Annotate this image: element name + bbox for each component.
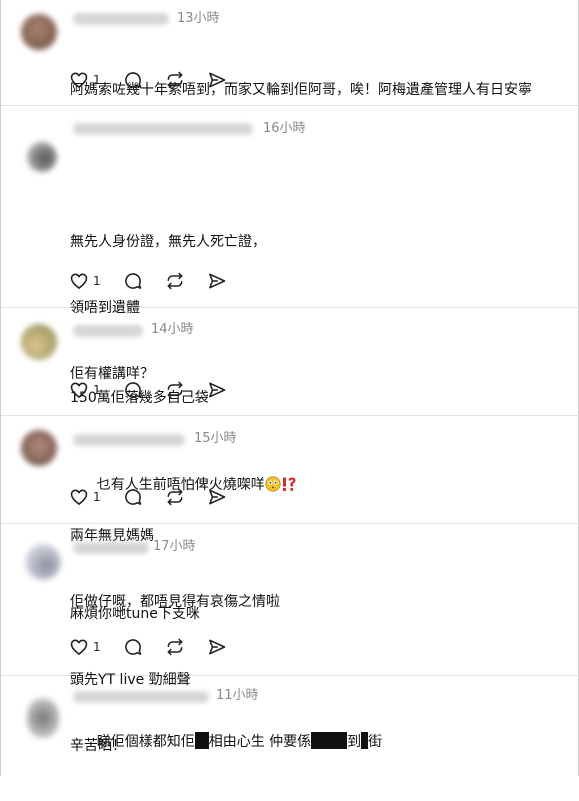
redaction-bar [194, 732, 209, 749]
comment-segment: 到 [347, 734, 362, 750]
username-blurred[interactable] [73, 325, 143, 337]
reply-button[interactable] [123, 486, 143, 508]
repost-icon [165, 271, 185, 291]
comment-icon [123, 380, 143, 400]
repost-button[interactable] [165, 270, 185, 292]
heart-icon [69, 380, 89, 400]
comment-icon [123, 70, 143, 90]
repost-button[interactable] [165, 636, 185, 658]
reply-button[interactable] [123, 69, 143, 91]
share-button[interactable] [207, 69, 227, 91]
comment-line: 麻煩你哋tune下支咪 [70, 606, 200, 622]
timestamp: 14小時 [151, 322, 194, 337]
like-button[interactable]: 1 [69, 69, 101, 91]
repost-icon [165, 70, 185, 90]
share-icon [207, 380, 227, 400]
comment-segment: 街 [368, 734, 383, 750]
exclamation-question-mark-icon [281, 476, 297, 499]
avatar[interactable] [21, 324, 57, 360]
like-count: 1 [93, 274, 101, 288]
share-button[interactable] [207, 270, 227, 292]
reply-button[interactable] [123, 379, 143, 401]
comment-6: 11小時 睇佢個樣都知佢 相由心生 仲要係 到街 [1, 676, 579, 776]
repost-button[interactable] [165, 486, 185, 508]
comment-4: 15小時 乜有人生前唔怕俾火燒㗎咩 1 [1, 416, 579, 524]
repost-button[interactable] [165, 379, 185, 401]
username-blurred[interactable] [73, 434, 185, 446]
share-icon [207, 487, 227, 507]
avatar[interactable] [27, 698, 59, 738]
username-blurred[interactable] [73, 13, 169, 25]
timestamp: 13小時 [177, 11, 220, 26]
flushed-face-emoji-icon [265, 476, 281, 499]
timestamp: 17小時 [153, 539, 196, 554]
like-count: 1 [93, 73, 101, 87]
reply-button[interactable] [123, 270, 143, 292]
comment-2: 16小時 無先人身份證，無先人死亡證， 領唔到遺體 佢有權講咩？ 兩年無見媽媽 … [1, 106, 579, 610]
share-button[interactable] [207, 379, 227, 401]
avatar[interactable] [25, 544, 61, 580]
like-button[interactable]: 1 [69, 379, 101, 401]
share-button[interactable] [207, 636, 227, 658]
username-blurred[interactable] [73, 691, 209, 703]
username-blurred[interactable] [73, 123, 253, 135]
comment-1: 13小時 阿媽索咗幾十年索唔到，而家又輪到佢阿哥，唉！阿梅遺產管理人有日安寧 1 [1, 0, 579, 106]
avatar[interactable] [21, 14, 57, 50]
reply-button[interactable] [123, 636, 143, 658]
heart-icon [69, 487, 89, 507]
comment-segment: 睇佢個樣都知佢 [96, 734, 195, 750]
comment-icon [123, 271, 143, 291]
comment-text: 睇佢個樣都知佢 相由心生 仲要係 到街 [70, 709, 382, 775]
username-blurred[interactable] [73, 542, 149, 554]
like-button[interactable]: 1 [69, 486, 101, 508]
like-button[interactable]: 1 [69, 636, 101, 658]
heart-icon [69, 271, 89, 291]
timestamp: 11小時 [216, 688, 259, 703]
comment-icon [123, 487, 143, 507]
avatar[interactable] [21, 430, 57, 466]
repost-icon [165, 380, 185, 400]
comment-3: 14小時 150萬佢落幾多自己袋 1 [1, 308, 579, 416]
comment-line: 無先人身份證，無先人死亡證， [70, 234, 266, 250]
comment-icon [123, 637, 143, 657]
repost-icon [165, 637, 185, 657]
avatar[interactable] [27, 142, 57, 172]
comment-5: 17小時 麻煩你哋tune下支咪 頭先YT live 勁細聲 辛苦晒！ 1 [1, 524, 579, 754]
comment-thread: 13小時 阿媽索咗幾十年索唔到，而家又輪到佢阿哥，唉！阿梅遺產管理人有日安寧 1… [0, 0, 579, 776]
comment-segment: 相由心生 仲要係 [208, 734, 312, 750]
timestamp: 15小時 [194, 431, 237, 446]
share-icon [207, 271, 227, 291]
share-icon [207, 637, 227, 657]
like-count: 1 [93, 383, 101, 397]
like-button[interactable]: 1 [69, 270, 101, 292]
repost-icon [165, 487, 185, 507]
heart-icon [69, 70, 89, 90]
like-count: 1 [93, 490, 101, 504]
share-button[interactable] [207, 486, 227, 508]
like-count: 1 [93, 640, 101, 654]
share-icon [207, 70, 227, 90]
timestamp: 16小時 [263, 121, 306, 136]
repost-button[interactable] [165, 69, 185, 91]
redaction-bar [311, 732, 348, 749]
heart-icon [69, 637, 89, 657]
